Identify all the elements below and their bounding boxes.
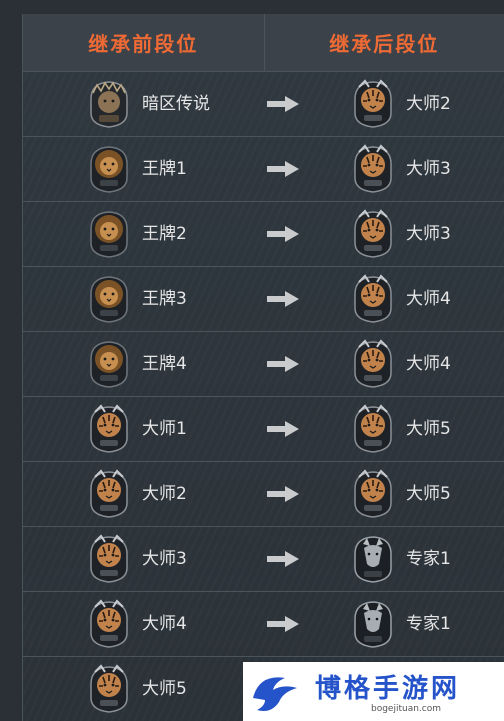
table-row: 大师4 专家1 [23,592,504,657]
arrow-right-icon [267,96,299,112]
rank-inheritance-table: 继承前段位 继承后段位 暗区传说 大师2 王牌1 大师3 王牌2 大师3 王牌3 大师4 王牌4… [22,14,504,721]
before-rank-label: 王牌1 [142,159,187,179]
after-rank-label: 大师5 [406,484,451,504]
before-rank-label: 大师5 [142,679,187,699]
after-rank-label: 大师3 [406,224,451,244]
after-rank-label: 专家1 [406,614,451,634]
legend-rank-icon [87,79,131,129]
table-header: 继承前段位 继承后段位 [23,14,504,72]
after-rank-label: 大师2 [406,94,451,114]
table-row: 王牌4 大师4 [23,332,504,397]
before-rank-label: 大师3 [142,549,187,569]
arrow-right-icon [267,161,299,177]
tiger-rank-icon [87,534,131,584]
lion-rank-icon [87,209,131,259]
tiger-rank-icon [87,469,131,519]
tiger-rank-icon [351,144,395,194]
table-row: 大师1 大师5 [23,397,504,462]
wolf-rank-icon [351,534,395,584]
after-rank-label: 大师3 [406,159,451,179]
tiger-rank-icon [87,404,131,454]
before-rank-label: 大师1 [142,419,187,439]
after-rank-label: 大师4 [406,289,451,309]
arrow-right-icon [267,291,299,307]
after-rank-label: 大师5 [406,419,451,439]
before-rank-label: 暗区传说 [142,94,210,114]
before-rank-label: 王牌3 [142,289,187,309]
before-rank-label: 大师2 [142,484,187,504]
table-row: 大师2 大师5 [23,462,504,527]
table-row: 暗区传说 大师2 [23,72,504,137]
tiger-rank-icon [351,274,395,324]
before-rank-label: 王牌2 [142,224,187,244]
table-row: 王牌1 大师3 [23,137,504,202]
arrow-right-icon [267,486,299,502]
before-rank-label: 大师4 [142,614,187,634]
arrow-right-icon [267,421,299,437]
lion-rank-icon [87,339,131,389]
tiger-rank-icon [87,664,131,714]
arrow-right-icon [267,226,299,242]
before-rank-label: 王牌4 [142,354,187,374]
header-before-rank: 继承前段位 [88,32,199,56]
table-row: 王牌3 大师4 [23,267,504,332]
wolf-rank-icon [351,599,395,649]
tiger-rank-icon [351,339,395,389]
watermark-url: bogejituan.com [371,704,442,714]
table-row: 王牌2 大师3 [23,202,504,267]
tiger-rank-icon [87,599,131,649]
table-body: 暗区传说 大师2 王牌1 大师3 王牌2 大师3 王牌3 大师4 王牌4 大师4 大师1 大师5 大师2… [23,72,504,721]
lion-rank-icon [87,144,131,194]
tiger-rank-icon [351,404,395,454]
bird-logo-icon [249,668,301,716]
tiger-rank-icon [351,469,395,519]
arrow-right-icon [267,616,299,632]
table-row: 大师3 专家1 [23,527,504,592]
watermark-text: 博格手游网 [315,674,461,704]
site-watermark: 博格手游网 bogejituan.com [243,662,504,721]
tiger-rank-icon [351,209,395,259]
arrow-right-icon [267,551,299,567]
after-rank-label: 大师4 [406,354,451,374]
after-rank-label: 专家1 [406,549,451,569]
lion-rank-icon [87,274,131,324]
header-after-rank: 继承后段位 [263,14,504,71]
arrow-right-icon [267,356,299,372]
tiger-rank-icon [351,79,395,129]
